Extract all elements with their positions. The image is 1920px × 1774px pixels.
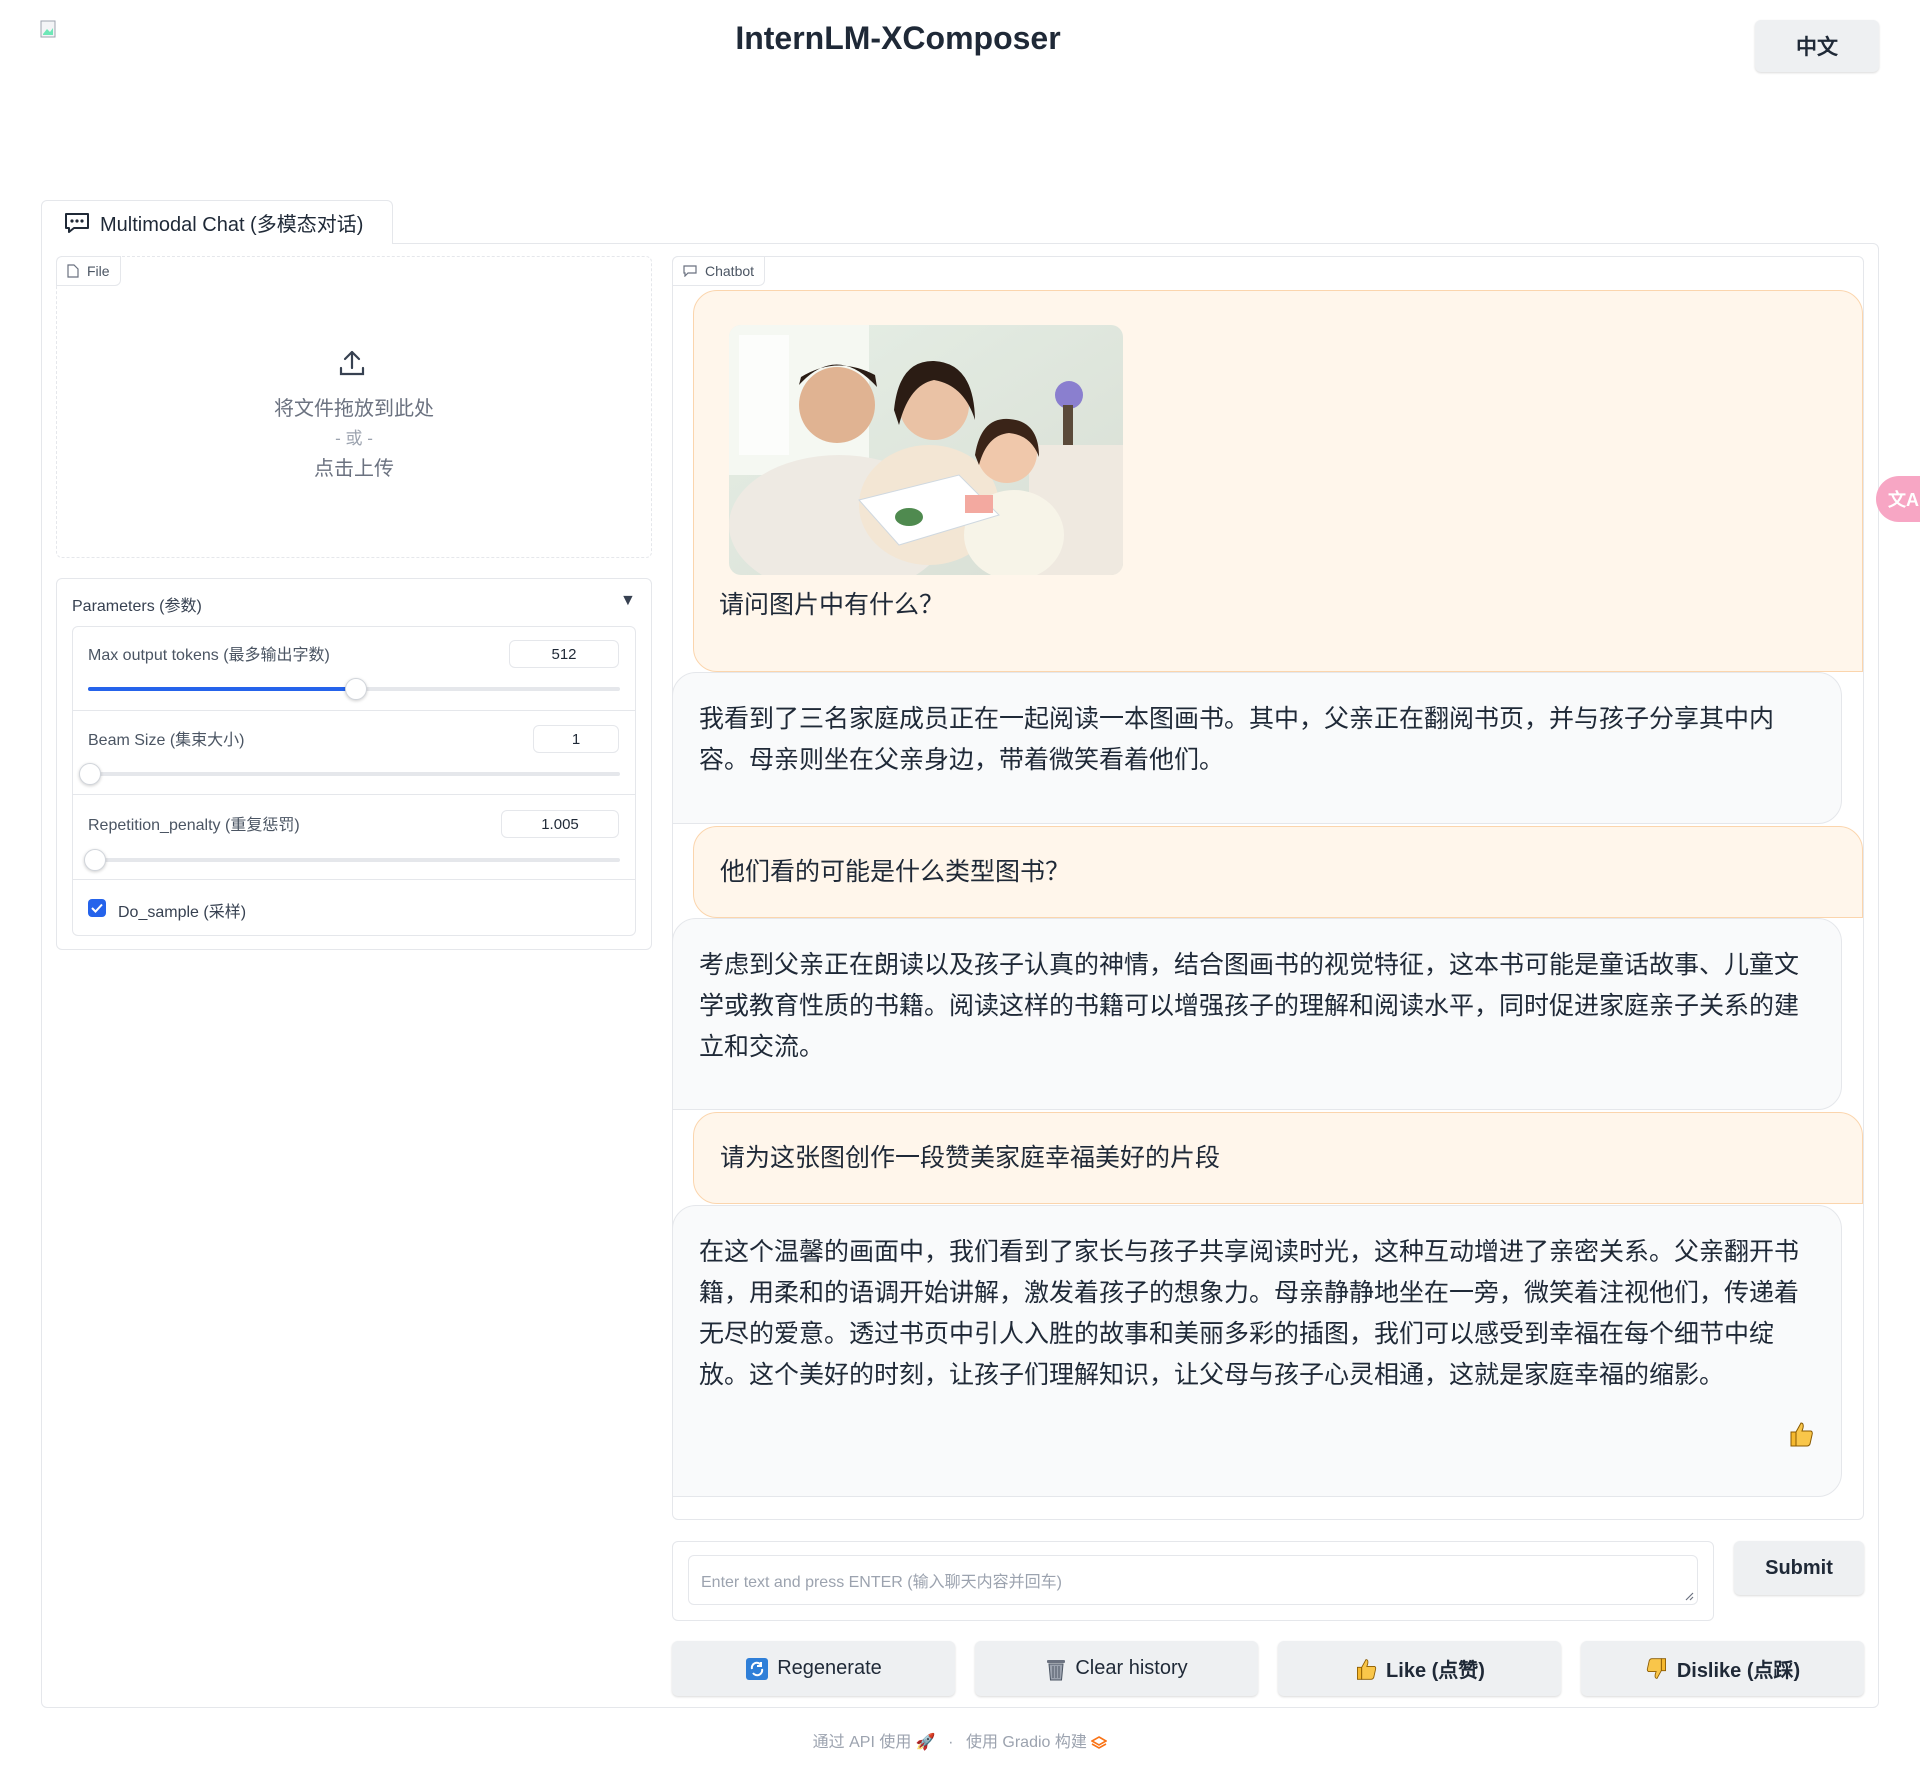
file-label: File bbox=[56, 256, 121, 286]
beam-size-slider-track[interactable] bbox=[88, 772, 620, 776]
bot-message: 考虑到父亲正在朗读以及孩子认真的神情，结合图画书的视觉特征，这本书可能是童话故事… bbox=[672, 918, 1842, 1110]
drop-text: 将文件拖放到此处 bbox=[274, 398, 434, 420]
submit-button[interactable]: Submit bbox=[1734, 1541, 1864, 1595]
beam-size-label: Beam Size (集束大小) bbox=[88, 732, 245, 749]
footer: 通过 API 使用 🚀 · 使用 Gradio 构建 bbox=[0, 1728, 1920, 1752]
user-message: 他们看的可能是什么类型图书？ bbox=[693, 826, 1863, 918]
gradio-link[interactable]: 使用 Gradio 构建 bbox=[966, 1734, 1087, 1751]
clear-history-button[interactable]: Clear history bbox=[975, 1641, 1258, 1696]
dislike-button[interactable]: Dislike (点踩) bbox=[1581, 1641, 1864, 1696]
user-message: 请为这张图创作一段赞美家庭幸福美好的片段 bbox=[693, 1112, 1863, 1204]
click-upload-text[interactable]: 点击上传 bbox=[56, 452, 652, 481]
tab-multimodal-chat[interactable]: Multimodal Chat (多模态对话) bbox=[41, 200, 393, 244]
app-title: InternLM-XComposer bbox=[735, 20, 1061, 56]
trash-icon bbox=[1047, 1659, 1066, 1680]
repetition-penalty-slider-track[interactable] bbox=[88, 858, 620, 862]
thumbs-down-icon bbox=[1646, 1657, 1666, 1679]
resize-handle-icon[interactable] bbox=[1684, 1591, 1694, 1601]
language-toggle-button[interactable]: 中文 bbox=[1755, 20, 1879, 72]
gradio-logo-icon bbox=[1090, 1735, 1108, 1749]
rocket-icon: 🚀 bbox=[915, 1734, 936, 1751]
parameters-title[interactable]: Parameters (参数) bbox=[72, 592, 202, 616]
max-tokens-label: Max output tokens (最多输出字数) bbox=[88, 647, 330, 664]
collapse-triangle-icon[interactable]: ▼ bbox=[620, 592, 636, 610]
chat-icon bbox=[683, 265, 697, 277]
tab-label: Multimodal Chat (多模态对话) bbox=[100, 214, 364, 236]
max-tokens-slider-thumb[interactable] bbox=[345, 678, 367, 700]
do-sample-checkbox[interactable] bbox=[88, 899, 106, 917]
family-reading-photo bbox=[729, 325, 1123, 575]
repetition-penalty-label: Repetition_penalty (重复惩罚) bbox=[88, 817, 300, 834]
beam-size-slider-thumb[interactable] bbox=[79, 763, 101, 785]
beam-size-row bbox=[73, 711, 635, 795]
regenerate-button[interactable]: Regenerate bbox=[672, 1641, 955, 1696]
upload-icon bbox=[339, 350, 365, 376]
checkmark-icon bbox=[91, 903, 103, 913]
file-icon bbox=[67, 264, 79, 278]
chatbot-label: Chatbot bbox=[672, 256, 766, 286]
user-message-text: 请问图片中有什么？ bbox=[719, 591, 945, 619]
api-link[interactable]: 通过 API 使用 bbox=[813, 1734, 912, 1751]
chat-input[interactable]: Enter text and press ENTER (输入聊天内容并回车) bbox=[688, 1555, 1698, 1605]
repetition-penalty-row bbox=[73, 796, 635, 880]
bot-message: 我看到了三名家庭成员正在一起阅读一本图画书。其中，父亲正在翻阅书页，并与孩子分享… bbox=[672, 672, 1842, 824]
or-text: - 或 - bbox=[335, 429, 373, 448]
max-tokens-slider-fill bbox=[88, 687, 354, 691]
thumbs-up-icon[interactable] bbox=[1787, 1420, 1815, 1448]
footer-separator: · bbox=[948, 1734, 954, 1751]
like-button[interactable]: Like (点赞) bbox=[1278, 1641, 1561, 1696]
beam-size-input[interactable]: 1 bbox=[533, 725, 619, 753]
translate-fab-icon[interactable]: 文A bbox=[1876, 476, 1920, 522]
chat-bubble-icon bbox=[65, 212, 89, 233]
repetition-penalty-input[interactable]: 1.005 bbox=[501, 810, 619, 838]
do-sample-label[interactable]: Do_sample (采样) bbox=[118, 898, 246, 922]
max-tokens-input[interactable]: 512 bbox=[509, 640, 619, 668]
thumbs-up-icon bbox=[1357, 1658, 1377, 1680]
refresh-icon bbox=[746, 1657, 769, 1680]
bot-message: 在这个温馨的画面中，我们看到了家长与孩子共享阅读时光，这种互动增进了亲密关系。父… bbox=[672, 1205, 1842, 1497]
